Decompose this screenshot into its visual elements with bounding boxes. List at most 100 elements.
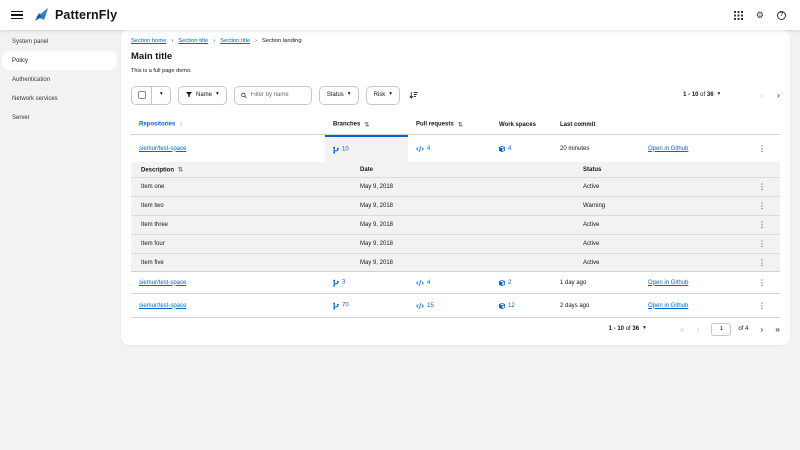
- code-icon: [416, 280, 424, 286]
- brand-title: PatternFly: [55, 8, 117, 22]
- breadcrumb: Section home › Section title › Section t…: [131, 38, 302, 44]
- open-in-github-link[interactable]: Open in Github: [648, 280, 688, 286]
- menu-icon[interactable]: [11, 11, 23, 20]
- brand-logo-icon[interactable]: [34, 8, 49, 22]
- breadcrumb-link[interactable]: Section title: [178, 38, 208, 44]
- column-header-work-spaces: Work spaces: [499, 122, 536, 128]
- child-table-header: Description ⇅ Date Status: [131, 162, 780, 177]
- bulk-select-checkbox[interactable]: [132, 87, 151, 104]
- chevron-down-icon: ▾: [160, 92, 163, 98]
- chevron-down-icon[interactable]: ▾: [643, 326, 646, 332]
- status-cell: Active: [583, 222, 599, 228]
- cube-icon: [499, 280, 505, 286]
- repository-link[interactable]: siemur/test-space: [139, 280, 186, 286]
- status-cell: Active: [583, 241, 599, 247]
- bulk-select-toggle[interactable]: ▾: [151, 87, 170, 104]
- column-header-branches[interactable]: Branches ⇅: [333, 121, 369, 128]
- repository-link[interactable]: siemur/test-space: [139, 303, 186, 309]
- code-branch-icon: [333, 302, 339, 309]
- sidebar-item-server[interactable]: Server: [2, 108, 117, 127]
- kebab-icon[interactable]: ⋮: [758, 240, 766, 249]
- date-cell: May 9, 2018: [360, 184, 393, 190]
- open-in-github-link[interactable]: Open in Github: [648, 146, 688, 152]
- work-spaces-cell[interactable]: 4: [499, 146, 511, 152]
- gear-icon[interactable]: ⚙: [756, 11, 764, 20]
- status-cell: Active: [583, 184, 599, 190]
- sidebar-item-network-services[interactable]: Network services: [2, 89, 117, 108]
- sidebar-item-policy[interactable]: Policy: [2, 51, 117, 70]
- pull-requests-cell[interactable]: 15: [416, 303, 434, 309]
- apps-grid-icon[interactable]: [734, 11, 743, 20]
- search-icon: [241, 92, 247, 99]
- prev-page-icon[interactable]: ‹: [760, 91, 763, 100]
- name-filter-dropdown[interactable]: Name ▾: [178, 86, 227, 105]
- pull-requests-cell[interactable]: 4: [416, 280, 430, 286]
- chevron-down-icon[interactable]: ▾: [718, 92, 721, 98]
- toolbar: ▾ Name ▾ Status ▾ Risk ▾: [131, 85, 780, 105]
- repository-link[interactable]: siemur/test-space: [139, 146, 186, 152]
- kebab-icon[interactable]: ⋮: [758, 183, 766, 192]
- description-cell: Item two: [141, 203, 164, 209]
- page-count-label: of 4: [738, 326, 748, 332]
- code-icon: [416, 303, 424, 309]
- cube-icon: [499, 146, 505, 152]
- pagination-top: 1 - 10 of 36 ▾ ‹ ›: [683, 91, 780, 100]
- date-cell: May 9, 2018: [360, 241, 393, 247]
- table-header-row: Repositories ↑ Branches ⇅ Pull requests …: [131, 115, 780, 135]
- table-row: siemur/test-space 3 4 2 1 day ago Open i…: [131, 272, 780, 294]
- kebab-icon[interactable]: ⋮: [758, 278, 766, 287]
- status-dropdown[interactable]: Status ▾: [319, 86, 359, 105]
- kebab-icon[interactable]: ⋮: [758, 301, 766, 310]
- next-page-icon[interactable]: ›: [777, 91, 780, 100]
- work-spaces-cell[interactable]: 2: [499, 280, 511, 286]
- search-input[interactable]: [251, 92, 305, 98]
- expanded-child-table: Description ⇅ Date Status Item one May 9…: [131, 162, 780, 272]
- risk-label: Risk: [374, 92, 386, 98]
- breadcrumb-current: Section landing: [262, 38, 302, 44]
- prev-page-icon[interactable]: ‹: [697, 325, 700, 334]
- first-page-icon[interactable]: «: [680, 325, 685, 334]
- kebab-icon[interactable]: ⋮: [758, 144, 766, 153]
- branches-expanded-cell[interactable]: 10: [325, 135, 408, 162]
- status-cell: Warning: [583, 203, 605, 209]
- date-cell: May 9, 2018: [360, 222, 393, 228]
- description-cell: Item five: [141, 260, 164, 266]
- column-header-date: Date: [360, 167, 373, 173]
- column-header-pull-requests[interactable]: Pull requests ⇅: [416, 121, 463, 128]
- risk-dropdown[interactable]: Risk ▾: [366, 86, 400, 105]
- kebab-icon[interactable]: ⋮: [758, 221, 766, 230]
- current-page-input[interactable]: [711, 323, 731, 336]
- breadcrumb-link[interactable]: Section title: [220, 38, 250, 44]
- breadcrumb-separator-icon: ›: [213, 38, 215, 44]
- help-icon[interactable]: ?: [777, 11, 786, 20]
- child-table-row: Item four May 9, 2018 Active ⋮: [131, 234, 780, 253]
- sort-amount-icon[interactable]: [407, 91, 420, 100]
- kebab-icon[interactable]: ⋮: [758, 259, 766, 268]
- kebab-icon[interactable]: ⋮: [758, 202, 766, 211]
- last-page-icon[interactable]: »: [775, 325, 780, 334]
- date-cell: May 9, 2018: [360, 260, 393, 266]
- pagination-bottom: 1 - 10 of 36 ▾ « ‹ of 4 › »: [131, 318, 780, 340]
- sidebar-item-system-panel[interactable]: System panel: [2, 32, 117, 51]
- column-header-repositories[interactable]: Repositories ↑: [139, 121, 183, 128]
- sort-both-icon: ⇅: [458, 121, 463, 128]
- date-cell: May 9, 2018: [360, 203, 393, 209]
- pull-requests-cell[interactable]: 4: [416, 146, 430, 152]
- branches-cell[interactable]: 70: [333, 302, 349, 309]
- work-spaces-cell[interactable]: 12: [499, 303, 515, 309]
- filter-funnel-icon: [186, 92, 192, 98]
- cube-icon: [499, 303, 505, 309]
- status-cell: Active: [583, 260, 599, 266]
- name-filter-label: Name: [196, 92, 212, 98]
- next-page-icon[interactable]: ›: [760, 325, 763, 334]
- open-in-github-link[interactable]: Open in Github: [648, 303, 688, 309]
- code-icon: [416, 146, 424, 152]
- page-title: Main title: [131, 51, 172, 62]
- sidebar-item-authentication[interactable]: Authentication: [2, 70, 117, 89]
- branches-cell[interactable]: 3: [333, 279, 345, 286]
- breadcrumb-link[interactable]: Section home: [131, 38, 166, 44]
- page-subtitle: This is a full page demo.: [131, 68, 192, 74]
- column-header-description[interactable]: Description ⇅: [141, 167, 183, 174]
- chevron-down-icon: ▾: [216, 92, 219, 98]
- help-question-glyph: ?: [777, 11, 786, 20]
